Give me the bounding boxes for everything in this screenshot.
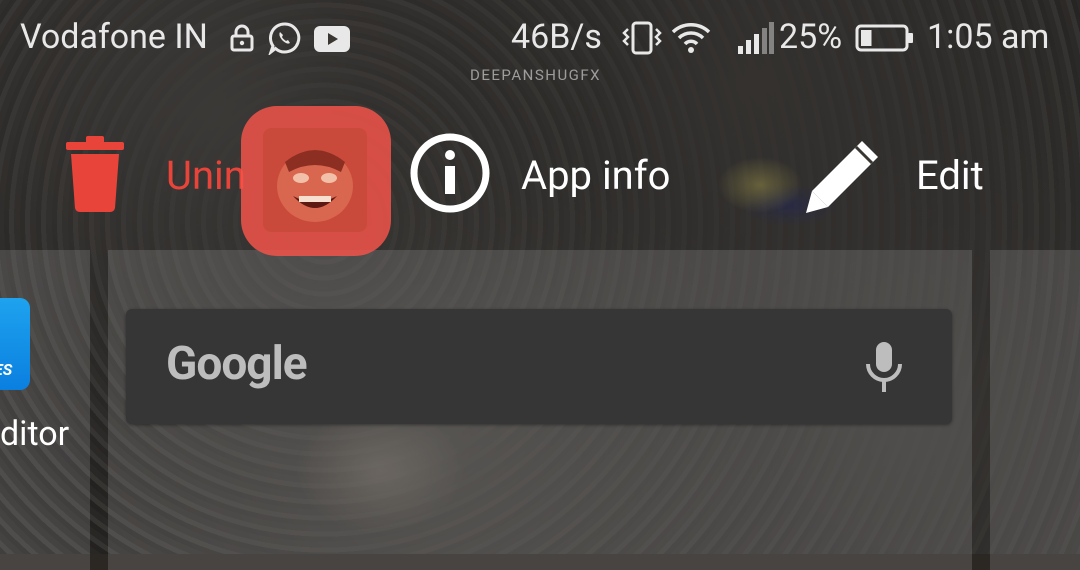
info-icon [410, 133, 490, 213]
uninstall-label: Unin [166, 152, 246, 199]
trash-icon [66, 136, 124, 212]
pencil-icon [806, 141, 878, 213]
vibrate-icon [622, 21, 662, 55]
network-speed: 46B/s [511, 17, 602, 57]
google-search-bar[interactable]: Google [126, 309, 952, 424]
watermark-text: DEEPANSHUGFX [470, 66, 602, 84]
youtube-icon [314, 26, 350, 52]
whatsapp-icon [268, 22, 301, 55]
wifi-icon [671, 23, 711, 53]
cellular-signal-icon [738, 22, 774, 54]
carrier-name: Vodafone IN [20, 17, 208, 57]
dragged-app-icon[interactable] [241, 106, 391, 256]
lock-icon [230, 24, 254, 52]
microphone-icon[interactable] [866, 342, 902, 394]
clock: 1:05 am [927, 17, 1050, 57]
google-logo: Google [166, 337, 308, 391]
edit-label: Edit [916, 152, 984, 199]
home-page-preview-right[interactable] [990, 250, 1080, 570]
es-badge: ES [0, 360, 13, 379]
app-info-label: App info [521, 152, 671, 199]
es-app-icon[interactable]: ES [0, 298, 30, 390]
status-bar: Vodafone IN 46B/s 25% 1:05 am DEEPANSHUG… [0, 0, 1080, 84]
app-icon-image [263, 128, 367, 232]
game-character-icon [263, 128, 367, 232]
battery-icon [855, 24, 913, 52]
left-app-label: ditor [0, 414, 70, 454]
battery-percent: 25% [779, 17, 843, 57]
